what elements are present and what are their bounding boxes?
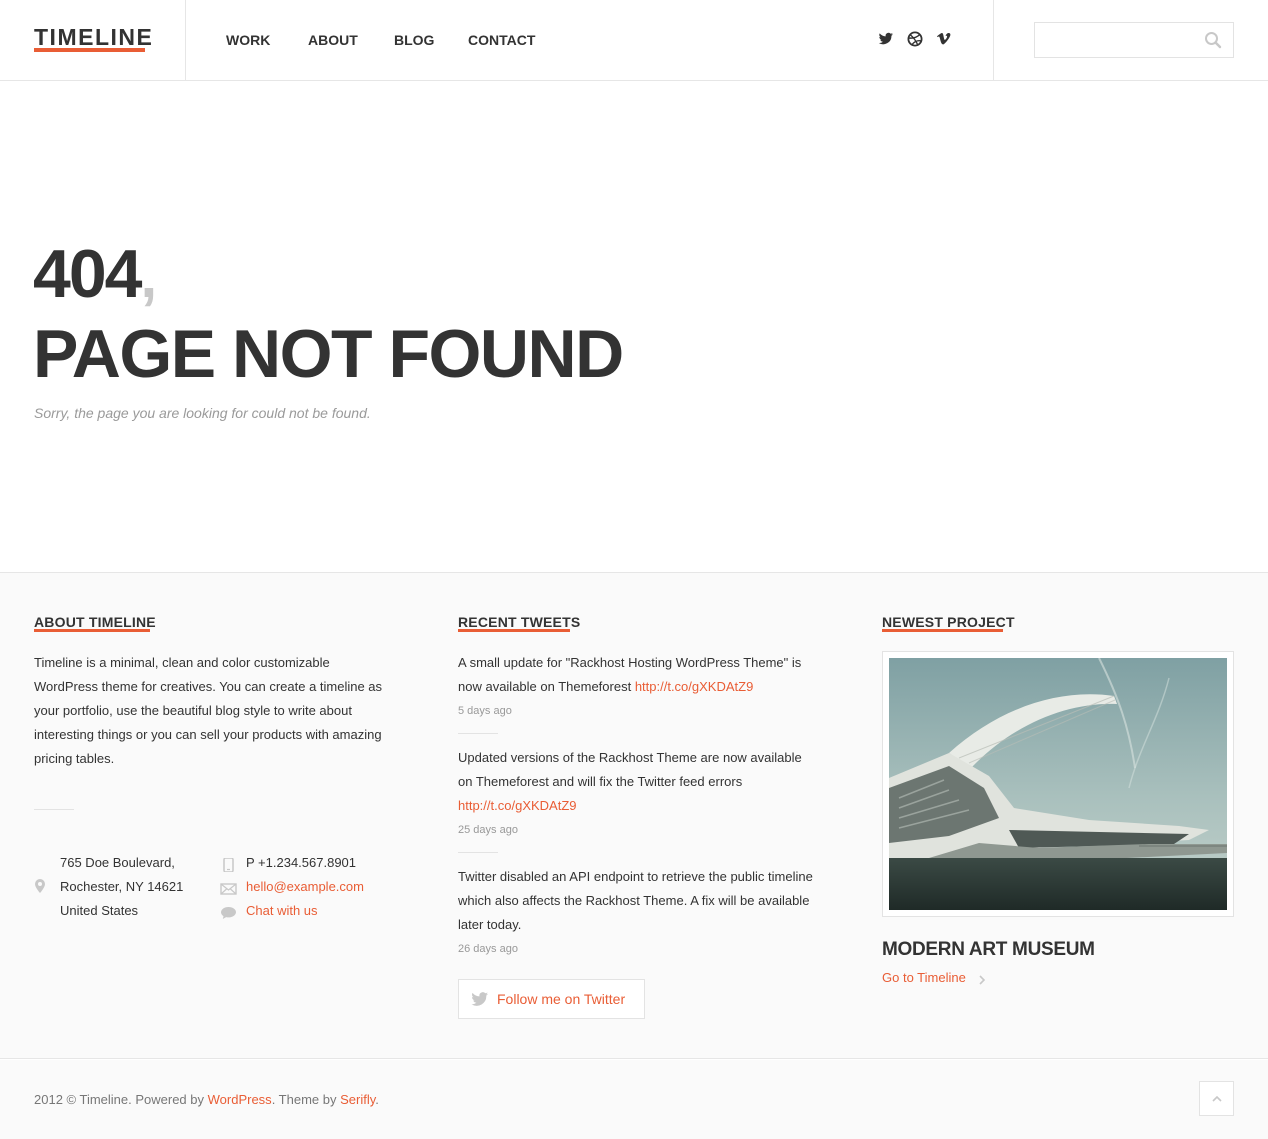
nav-contact[interactable]: CONTACT — [468, 31, 535, 49]
search-area — [993, 0, 1268, 80]
phone-row: P +1.234.567.8901 — [220, 851, 364, 875]
error-code-number: 404 — [33, 236, 142, 312]
mail-icon — [220, 880, 237, 895]
social-links — [878, 31, 965, 47]
tweet-text: A small update for "Rackhost Hosting Wor… — [458, 651, 818, 699]
site-header: TIMELINE WORK ABOUT BLOG CONTACT — [0, 0, 1268, 81]
tweet-time: 26 days ago — [458, 943, 518, 955]
error-subtitle: Sorry, the page you are looking for coul… — [34, 405, 371, 421]
chevron-right-icon — [978, 973, 986, 985]
copyright-mid: . Theme by — [271, 1092, 341, 1107]
address: 765 Doe Boulevard, Rochester, NY 14621 U… — [60, 851, 183, 923]
error-code-comma: , — [140, 243, 157, 310]
twitter-icon[interactable] — [878, 31, 894, 47]
chat-bubble-icon — [220, 904, 237, 919]
address-line: 765 Doe Boulevard, — [60, 855, 175, 870]
go-to-timeline-label: Go to Timeline — [882, 970, 966, 985]
about-title-underline — [34, 629, 150, 632]
main-nav: WORK ABOUT BLOG CONTACT — [226, 31, 535, 49]
email-row: hello@example.com — [220, 875, 364, 899]
back-to-top-button[interactable] — [1199, 1081, 1234, 1116]
copyright: 2012 © Timeline. Powered by WordPress. T… — [34, 1092, 379, 1107]
tweet-link[interactable]: http://t.co/gXKDAtZ9 — [458, 798, 577, 813]
wordpress-link[interactable]: WordPress — [208, 1092, 272, 1107]
footer-widgets: ABOUT TIMELINE Timeline is a minimal, cl… — [0, 572, 1268, 1059]
tweet-item: A small update for "Rackhost Hosting Wor… — [458, 651, 818, 719]
page-title: PAGE NOT FOUND — [33, 316, 624, 392]
chat-row: Chat with us — [220, 899, 364, 923]
project-title-underline — [882, 629, 1003, 632]
email-link[interactable]: hello@example.com — [246, 879, 364, 894]
about-text: Timeline is a minimal, clean and color c… — [34, 655, 383, 766]
error-code: 404, — [33, 236, 157, 315]
follow-twitter-button[interactable]: Follow me on Twitter — [458, 979, 645, 1019]
tweet-item: Twitter disabled an API endpoint to retr… — [458, 865, 818, 957]
author-link[interactable]: Serifly — [340, 1092, 375, 1107]
go-to-timeline-link[interactable]: Go to Timeline — [882, 970, 986, 985]
search-icon[interactable] — [1204, 31, 1222, 49]
nav-blog[interactable]: BLOG — [394, 31, 468, 49]
about-divider — [34, 809, 74, 810]
tweet-time: 25 days ago — [458, 824, 518, 836]
twitter-icon — [471, 992, 489, 1006]
tweets-title-underline — [458, 629, 570, 632]
logo-cell: TIMELINE — [0, 0, 186, 80]
address-line: Rochester, NY 14621 — [60, 879, 184, 894]
copyright-prefix: 2012 © Timeline. Powered by — [34, 1092, 208, 1107]
tweet-item: Updated versions of the Rackhost Theme a… — [458, 746, 818, 838]
project-image-frame[interactable] — [882, 651, 1234, 917]
map-pin-icon — [33, 878, 47, 894]
tweet-list: A small update for "Rackhost Hosting Wor… — [458, 651, 818, 957]
site-logo[interactable]: TIMELINE — [34, 24, 153, 50]
tweet-body: Twitter disabled an API endpoint to retr… — [458, 869, 813, 932]
address-line: United States — [60, 903, 139, 918]
nav-work[interactable]: WORK — [226, 31, 308, 49]
project-image[interactable] — [889, 658, 1227, 910]
chevron-up-icon — [1211, 1090, 1222, 1108]
project-name: MODERN ART MUSEUM — [882, 939, 1095, 960]
tweet-divider — [458, 852, 498, 853]
phone-icon — [220, 856, 237, 873]
phone-number: P +1.234.567.8901 — [246, 855, 357, 870]
logo-underline — [34, 48, 145, 52]
copyright-suffix: . — [375, 1092, 379, 1107]
tweet-text: Twitter disabled an API endpoint to retr… — [458, 865, 818, 937]
tweet-text: Updated versions of the Rackhost Theme a… — [458, 746, 818, 818]
dribbble-icon[interactable] — [907, 31, 923, 47]
nav-about[interactable]: ABOUT — [308, 31, 394, 49]
tweet-divider — [458, 733, 498, 734]
follow-twitter-label: Follow me on Twitter — [497, 991, 626, 1007]
bottom-bar: 2012 © Timeline. Powered by WordPress. T… — [0, 1060, 1268, 1139]
tweet-body: Updated versions of the Rackhost Theme a… — [458, 750, 802, 789]
tweet-time: 5 days ago — [458, 705, 512, 717]
contact-list: P +1.234.567.8901 hello@example.com Chat… — [220, 851, 364, 923]
vimeo-icon[interactable] — [936, 31, 952, 47]
tweet-link[interactable]: http://t.co/gXKDAtZ9 — [635, 679, 754, 694]
chat-link[interactable]: Chat with us — [246, 903, 318, 918]
